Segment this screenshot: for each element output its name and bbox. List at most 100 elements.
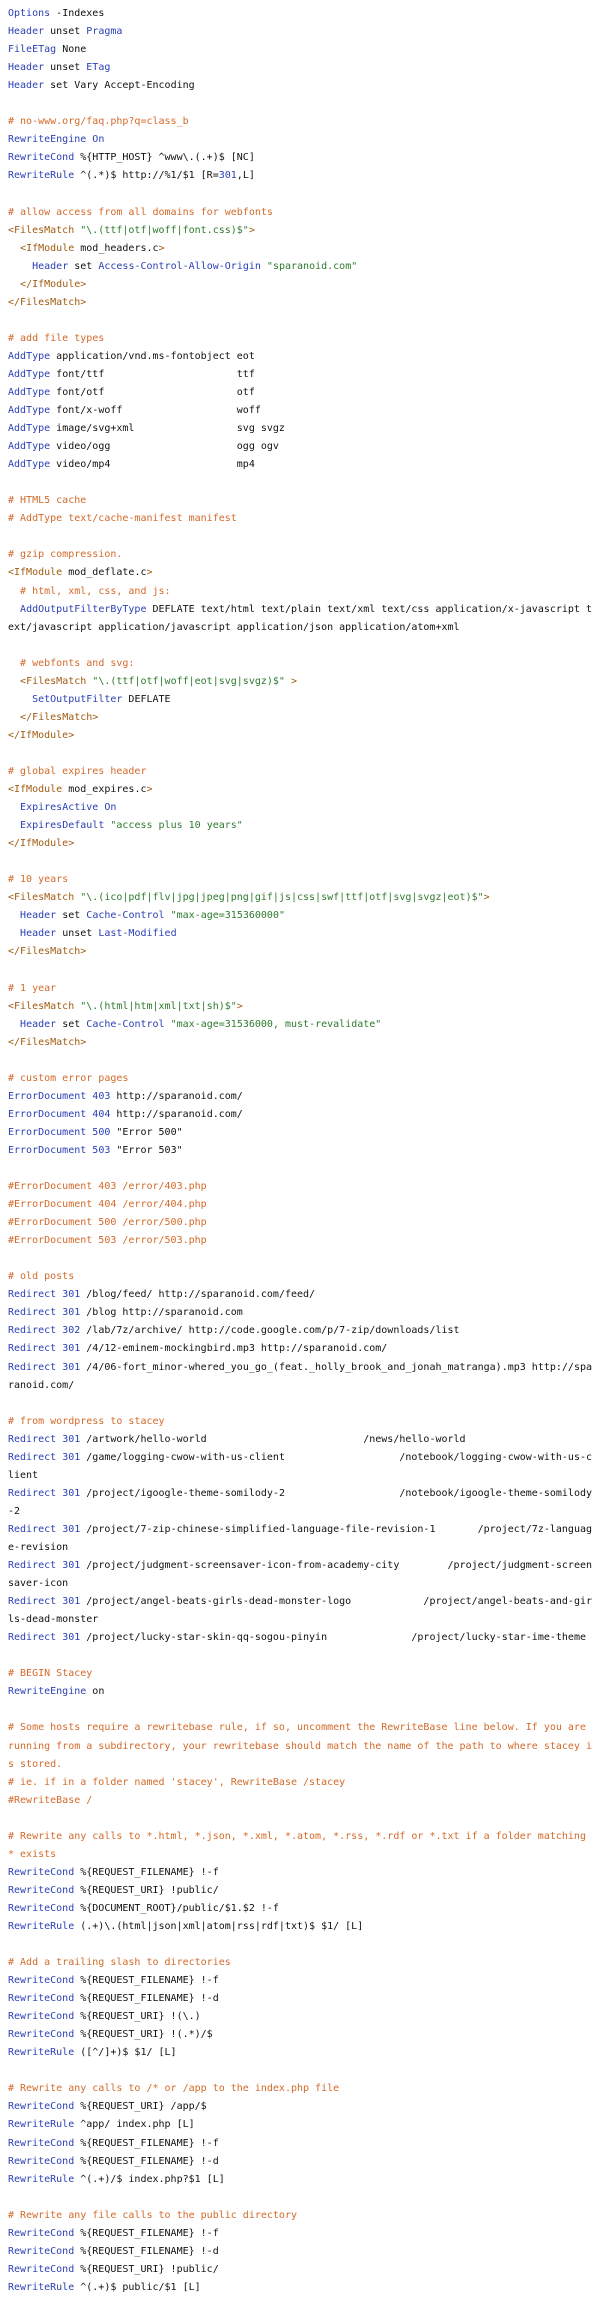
number-token: 301 xyxy=(62,1307,87,1319)
code-line: RewriteCond %{REQUEST_URI} !public/ xyxy=(8,2261,592,2279)
code-line: RewriteCond %{REQUEST_FILENAME} !-f xyxy=(8,1972,592,1990)
tag-token: </FilesMatch> xyxy=(8,946,87,958)
directive-token: ErrorDocument xyxy=(8,1108,93,1120)
directive-token: Redirect xyxy=(8,1487,63,1499)
comment-line: #ErrorDocument 503 /error/503.php xyxy=(8,1232,592,1250)
code-line: Header set Access-Control-Allow-Origin "… xyxy=(8,258,592,276)
comment-line: #ErrorDocument 500 /error/500.php xyxy=(8,1214,592,1232)
comment-line: # AddType text/cache-manifest manifest xyxy=(8,510,592,528)
comment-token: # gzip compression. xyxy=(8,549,123,561)
text-token: font/ttf ttf xyxy=(56,368,255,380)
text-token: %{REQUEST_FILENAME} !-f xyxy=(80,1866,219,1878)
code-line: </FilesMatch> xyxy=(8,1034,592,1052)
code-line: RewriteRule ([^/]+)$ $1/ [L] xyxy=(8,2044,592,2062)
comment-line: # add file types xyxy=(8,330,592,348)
code-line: Header unset Pragma xyxy=(8,23,592,41)
directive-token: AddType xyxy=(8,368,57,380)
comment-token: # Rewrite any calls to *.html, *.json, *… xyxy=(8,1830,592,1860)
comment-token: # Rewrite any file calls to the public d… xyxy=(8,2209,297,2221)
code-line: Redirect 301 /project/angel-beats-girls-… xyxy=(8,1593,592,1629)
directive-token: AddType xyxy=(8,441,57,453)
code-line: Redirect 301 /project/lucky-star-skin-qq… xyxy=(8,1629,592,1647)
code-line: <FilesMatch "\.(html|htm|xml|txt|sh)$"> xyxy=(8,998,592,1016)
code-line: </IfModule> xyxy=(8,276,592,294)
directive-token: RewriteEngine xyxy=(8,1686,93,1698)
number-token: 301 xyxy=(62,1451,87,1463)
text-token: %{REQUEST_FILENAME} !-f xyxy=(80,2137,219,2149)
code-line: <IfModule mod_expires.c> xyxy=(8,781,592,799)
directive-token: RewriteCond xyxy=(8,2155,81,2167)
directive-token: Header xyxy=(20,910,63,922)
tag-token: <FilesMatch xyxy=(8,892,81,904)
directive-token: Header xyxy=(8,26,51,38)
text-token: %{REQUEST_URI} !(.*)/$ xyxy=(80,2029,213,2041)
code-line: ExpiresActive On xyxy=(8,799,592,817)
directive-token: Header xyxy=(20,1018,63,1030)
comment-line: # Some hosts require a rewritebase rule,… xyxy=(8,1719,592,1773)
text-token: /game/logging-cwow-with-us-client /noteb… xyxy=(8,1451,593,1481)
comment-line: # custom error pages xyxy=(8,1070,592,1088)
text-token: /4/06-fort_minor-whered_you_go_(feat._ho… xyxy=(8,1361,593,1391)
text-token: -Indexes xyxy=(56,8,105,19)
number-token: 301 xyxy=(62,1361,87,1373)
comment-token: # Some hosts require a rewritebase rule,… xyxy=(8,1722,592,1770)
comment-token: #ErrorDocument 500 /error/500.php xyxy=(8,1217,207,1229)
comment-line: # 10 years xyxy=(8,871,592,889)
directive-token: Redirect xyxy=(8,1289,63,1301)
number-token: 301 xyxy=(62,1343,87,1355)
string-token: "access plus 10 years" xyxy=(110,820,243,832)
directive-token: Header xyxy=(8,80,51,92)
comment-line: # ie. if in a folder named 'stacey', Rew… xyxy=(8,1774,592,1792)
text-token: "Error 503" xyxy=(116,1144,183,1156)
directive-token: AddType xyxy=(8,459,57,471)
tag-token: <FilesMatch xyxy=(8,224,81,236)
directive-token: ErrorDocument xyxy=(8,1090,93,1102)
comment-token: # old posts xyxy=(8,1271,75,1283)
number-token: 301 xyxy=(62,1523,87,1535)
text-token: %{REQUEST_URI} !public/ xyxy=(80,2263,219,2275)
directive-token: RewriteRule xyxy=(8,170,81,182)
directive-token: RewriteCond xyxy=(8,1993,81,2005)
directive-token: Redirect xyxy=(8,1307,63,1319)
text-token: ,L] xyxy=(236,170,255,182)
code-line: AddType application/vnd.ms-fontobject eo… xyxy=(8,348,592,366)
text-token: %{REQUEST_FILENAME} !-d xyxy=(80,2155,219,2167)
directive-token: ErrorDocument xyxy=(8,1144,93,1156)
tag-token: > xyxy=(146,567,153,579)
directive-token: Redirect xyxy=(8,1361,63,1373)
comment-token: # global expires header xyxy=(8,765,147,777)
text-token: /lab/7z/archive/ http://code.google.com/… xyxy=(86,1325,460,1337)
tag-token: <IfModule xyxy=(8,567,69,579)
comment-token: #RewriteBase / xyxy=(8,1794,93,1806)
text-token: /project/7-zip-chinese-simplified-langua… xyxy=(8,1523,593,1553)
number-token: 301 xyxy=(62,1487,87,1499)
directive-token: ExpiresDefault xyxy=(20,820,111,832)
code-line: # webfonts and svg: xyxy=(8,655,592,673)
directive-token: RewriteRule xyxy=(8,2173,81,2185)
tag-token: </FilesMatch> xyxy=(8,296,87,308)
comment-token: # no-www.org/faq.php?q=class_b xyxy=(8,116,189,128)
code-line: Redirect 301 /artwork/hello-world /news/… xyxy=(8,1431,592,1449)
code-line: ErrorDocument 403 http://sparanoid.com/ xyxy=(8,1088,592,1106)
directive-token: AddOutputFilterByType xyxy=(20,603,153,615)
text-token: set xyxy=(62,1018,87,1030)
text-token: ^(.+)/$ index.php?$1 [L] xyxy=(80,2173,225,2185)
code-line: RewriteEngine On xyxy=(8,131,592,149)
text-token: /project/igoogle-theme-somilody-2 /noteb… xyxy=(8,1487,593,1517)
code-line: RewriteCond %{REQUEST_FILENAME} !-d xyxy=(8,2153,592,2171)
directive-token: On xyxy=(104,802,117,814)
directive-token: RewriteCond xyxy=(8,1902,81,1914)
comment-line: #ErrorDocument 403 /error/403.php xyxy=(8,1178,592,1196)
comment-line: #RewriteBase / xyxy=(8,1792,592,1810)
code-line: Redirect 301 /project/7-zip-chinese-simp… xyxy=(8,1521,592,1557)
directive-token: RewriteCond xyxy=(8,152,81,164)
text-token: unset xyxy=(62,928,99,940)
directive-token: AddType xyxy=(8,405,57,417)
comment-token: #ErrorDocument 404 /error/404.php xyxy=(8,1199,207,1211)
code-line: </FilesMatch> xyxy=(8,943,592,961)
